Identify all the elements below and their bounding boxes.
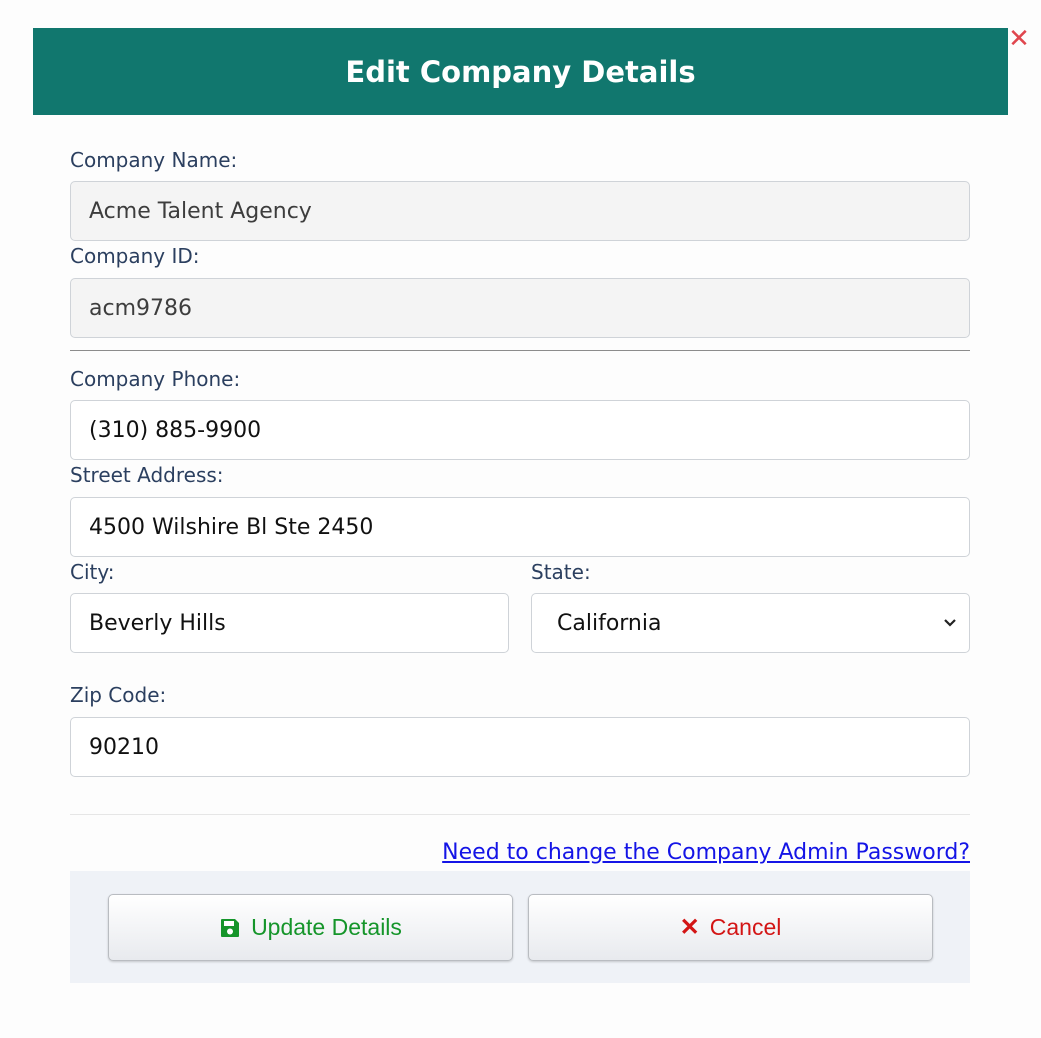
city-field[interactable] [70, 593, 509, 653]
zip-code-field[interactable] [70, 717, 970, 777]
save-icon [221, 918, 240, 937]
state-select-value: California [557, 610, 662, 636]
zip-code-label: Zip Code: [70, 683, 167, 707]
footer-divider [70, 814, 970, 815]
street-address-label: Street Address: [70, 463, 224, 487]
close-icon: ✕ [679, 914, 700, 941]
change-password-link[interactable]: Need to change the Company Admin Passwor… [442, 840, 970, 865]
city-label: City: [70, 560, 115, 584]
street-address-field[interactable] [70, 497, 970, 557]
company-id-field[interactable] [70, 278, 970, 338]
company-name-label: Company Name: [70, 148, 238, 172]
cancel-label: Cancel [709, 914, 782, 940]
company-id-label: Company ID: [70, 244, 200, 268]
dialog-title: Edit Company Details [345, 54, 696, 89]
company-name-field[interactable] [70, 181, 970, 241]
chevron-down-icon [944, 619, 956, 627]
update-details-label: Update Details [251, 914, 402, 940]
company-phone-field[interactable] [70, 400, 970, 460]
state-label: State: [531, 560, 591, 584]
cancel-button[interactable]: ✕ Cancel [528, 894, 933, 961]
close-icon[interactable]: ✕ [1006, 24, 1032, 54]
dialog-header: Edit Company Details [33, 28, 1008, 115]
update-details-button[interactable]: Update Details [108, 894, 513, 961]
button-bar: Update Details ✕ Cancel [70, 871, 970, 983]
section-divider [70, 350, 970, 351]
company-phone-label: Company Phone: [70, 367, 241, 391]
state-select[interactable]: California [531, 593, 970, 653]
